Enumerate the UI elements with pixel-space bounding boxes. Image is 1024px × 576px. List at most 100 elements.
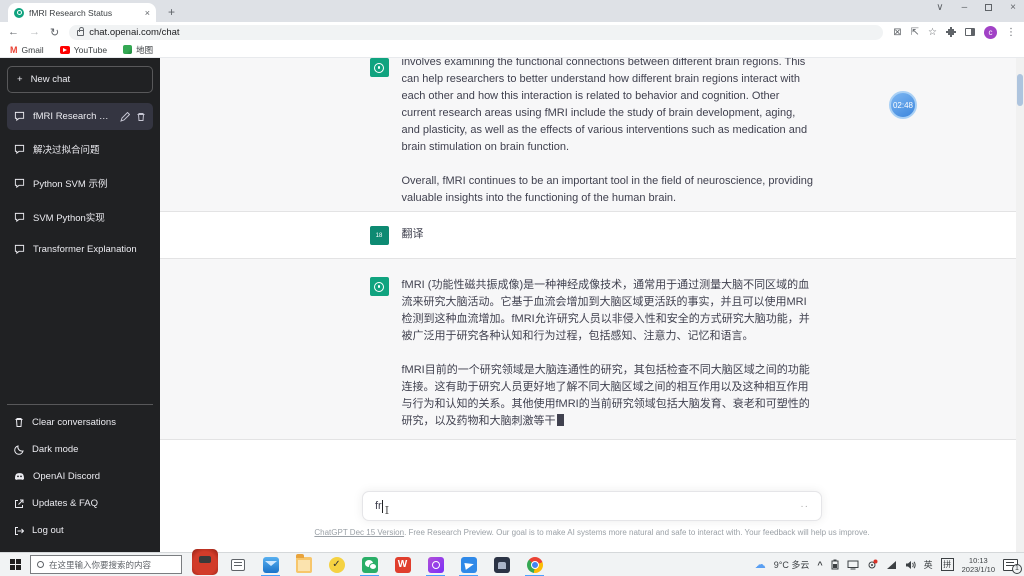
- external-link-icon: [14, 499, 24, 509]
- language-indicator[interactable]: 英: [924, 558, 933, 571]
- bookmark-star-icon[interactable]: ☆: [928, 27, 937, 38]
- taskbar-app-purple[interactable]: [419, 553, 452, 576]
- sidebar-item-svm-python-impl[interactable]: SVM Python实现: [7, 202, 153, 232]
- volume-icon[interactable]: [905, 560, 916, 570]
- updates-faq-button[interactable]: Updates & FAQ: [7, 490, 153, 517]
- window-maximize-button[interactable]: [985, 4, 992, 11]
- taskbar-app-wechat[interactable]: [353, 553, 386, 576]
- wps-icon: W: [395, 557, 411, 573]
- taskbar-app-chrome[interactable]: [518, 553, 551, 576]
- chat-bubble-icon: [14, 244, 25, 255]
- assistant-paragraph: Overall, fMRI continues to be an importa…: [402, 173, 815, 207]
- chat-bubble-icon: [14, 111, 25, 122]
- browser-menu-icon[interactable]: ⋮: [1006, 27, 1016, 38]
- taskbar-search-input[interactable]: 在这里输入你要搜索的内容: [30, 555, 182, 574]
- logout-icon: [14, 526, 24, 536]
- clock-date: 2023/1/10: [962, 565, 995, 574]
- share-icon[interactable]: ⇱: [911, 27, 919, 38]
- task-view-icon: [231, 559, 245, 571]
- browser-tab[interactable]: fMRI Research Status ×: [8, 3, 156, 22]
- start-button[interactable]: [0, 559, 30, 570]
- chat-input[interactable]: frI ··: [362, 491, 822, 521]
- version-link[interactable]: ChatGPT Dec 15 Version: [314, 528, 404, 537]
- windows-taskbar: 在这里输入你要搜索的内容 ✓ W ☁ 9°C 多云 ^ 英 拼: [0, 552, 1024, 576]
- bookmark-youtube[interactable]: YouTube: [60, 45, 107, 55]
- window-close-button[interactable]: ×: [1010, 2, 1016, 13]
- chatgpt-sidebar: + New chat fMRI Research Status 解决过拟合问题: [0, 58, 160, 552]
- edit-pencil-icon[interactable]: [120, 112, 130, 122]
- notification-center-icon[interactable]: 1: [1003, 559, 1018, 571]
- sidebar-item-python-svm-example[interactable]: Python SVM 示例: [7, 168, 153, 198]
- battery-icon[interactable]: [831, 559, 839, 570]
- network-icon[interactable]: [886, 560, 897, 570]
- search-icon: [37, 561, 44, 568]
- reload-button[interactable]: ↻: [50, 26, 59, 39]
- taskbar-clock[interactable]: 10:13 2023/1/10: [962, 556, 995, 574]
- log-out-button[interactable]: Log out: [7, 517, 153, 544]
- chrome-icon: [527, 557, 543, 573]
- bookmarks-bar: M Gmail YouTube 地图: [0, 42, 1024, 58]
- user-message-text: 翻译: [402, 226, 815, 243]
- browser-tab-strip: fMRI Research Status × + ∨ – ×: [0, 0, 1024, 22]
- lock-icon: [77, 30, 84, 36]
- weather-text[interactable]: 9°C 多云: [774, 558, 810, 571]
- address-bar[interactable]: chat.openai.com/chat: [69, 25, 883, 40]
- chat-bubble-icon: [14, 212, 25, 223]
- ime-indicator[interactable]: 拼: [941, 558, 954, 571]
- settings-alert-icon[interactable]: [867, 559, 878, 570]
- side-panel-icon[interactable]: [965, 28, 975, 36]
- display-icon[interactable]: [847, 560, 859, 570]
- translate-icon[interactable]: ⊠: [893, 27, 901, 38]
- window-chevron-icon[interactable]: ∨: [936, 2, 943, 13]
- scrollbar-thumb[interactable]: [1017, 74, 1023, 106]
- plus-icon: +: [17, 74, 23, 85]
- sidebar-item-transformer-explanation[interactable]: Transformer Explanation: [7, 236, 153, 263]
- chatgpt-favicon-icon: [14, 8, 24, 18]
- mail-icon: [263, 557, 279, 573]
- user-message: 18 翻译: [160, 212, 1024, 258]
- streaming-cursor: [557, 414, 564, 426]
- new-tab-button[interactable]: +: [168, 5, 175, 19]
- bird-app-icon: [461, 557, 477, 573]
- dark-app-icon: [494, 557, 510, 573]
- taskbar-app-mail[interactable]: [254, 553, 287, 576]
- taskbar-app-train[interactable]: [188, 553, 221, 576]
- page-scrollbar[interactable]: [1016, 58, 1024, 552]
- footer-disclaimer: . Free Research Preview. Our goal is to …: [404, 528, 870, 537]
- sidebar-item-overfitting[interactable]: 解决过拟合问题: [7, 134, 153, 164]
- chat-bubble-icon: [14, 178, 25, 189]
- openai-discord-button[interactable]: OpenAI Discord: [7, 463, 153, 490]
- back-button[interactable]: ←: [8, 26, 19, 38]
- openai-logo-icon: [370, 58, 389, 77]
- gmail-icon: M: [10, 45, 18, 55]
- window-minimize-button[interactable]: –: [962, 2, 968, 13]
- text-caret: [382, 500, 383, 513]
- recording-timer-badge[interactable]: 02:48: [889, 91, 917, 119]
- chat-input-value: fr: [375, 500, 382, 512]
- assistant-paragraph: involves examining the functional connec…: [402, 58, 815, 156]
- tab-close-icon[interactable]: ×: [145, 8, 150, 18]
- taskbar-app-bird[interactable]: [452, 553, 485, 576]
- youtube-icon: [60, 46, 70, 54]
- new-chat-button[interactable]: + New chat: [7, 66, 153, 93]
- sidebar-item-fmri-research-status[interactable]: fMRI Research Status: [7, 103, 153, 130]
- taskbar-app-dark[interactable]: [485, 553, 518, 576]
- task-view-button[interactable]: [221, 553, 254, 576]
- clear-conversations-button[interactable]: Clear conversations: [7, 409, 153, 436]
- train-app-icon: [192, 549, 218, 575]
- bookmark-gmail[interactable]: M Gmail: [10, 45, 44, 55]
- taskbar-app-file-explorer[interactable]: [287, 553, 320, 576]
- forward-button[interactable]: →: [29, 26, 40, 38]
- bookmark-map[interactable]: 地图: [123, 44, 153, 56]
- chat-footer: ChatGPT Dec 15 Version. Free Research Pr…: [160, 528, 1024, 537]
- extensions-icon[interactable]: [946, 27, 956, 37]
- windows-logo-icon: [10, 559, 21, 570]
- taskbar-app-wps[interactable]: W: [386, 553, 419, 576]
- tray-chevron-up-icon[interactable]: ^: [817, 560, 822, 570]
- profile-avatar[interactable]: c: [984, 26, 997, 39]
- mouse-ibeam-cursor: I: [385, 504, 389, 517]
- delete-trash-icon[interactable]: [136, 112, 146, 122]
- dark-mode-button[interactable]: Dark mode: [7, 436, 153, 463]
- notification-count: 1: [1012, 564, 1022, 574]
- taskbar-app-check[interactable]: ✓: [320, 553, 353, 576]
